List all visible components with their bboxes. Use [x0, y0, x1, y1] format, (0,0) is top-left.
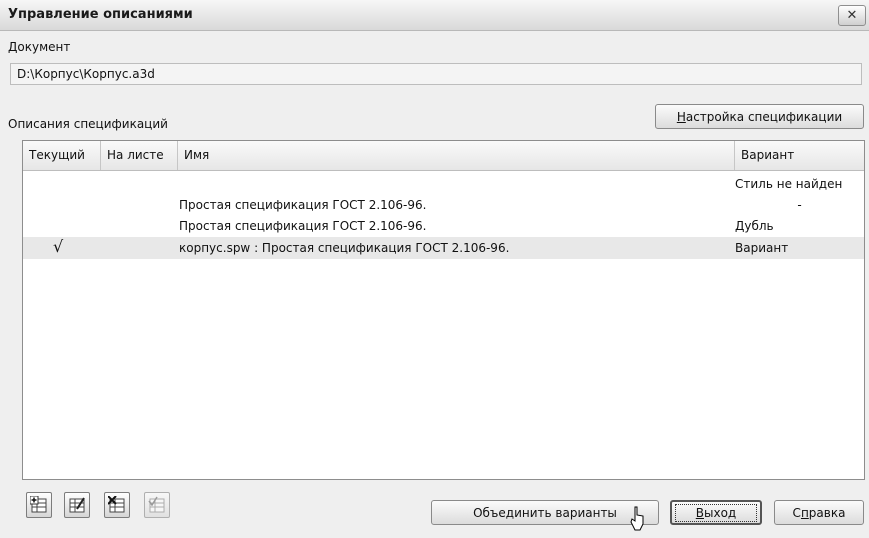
current-check-icon: √ — [53, 237, 64, 256]
window-title: Управление описаниями — [8, 7, 193, 22]
close-button[interactable]: ✕ — [838, 5, 866, 26]
row-variant: Дубль — [735, 219, 774, 233]
exit-label: ыход — [704, 505, 737, 520]
close-icon: ✕ — [846, 8, 858, 23]
exit-focus-rect: Выход — [674, 503, 758, 522]
help-button[interactable]: Сп равка — [774, 500, 864, 525]
table-row[interactable]: Простая спецификация ГОСТ 2.106-96. Дубл… — [23, 217, 864, 235]
row-variant: - — [797, 198, 802, 212]
column-header-variant[interactable]: Вариант — [735, 141, 864, 170]
add-spec-icon — [30, 496, 47, 513]
row-variant: Вариант — [735, 241, 789, 255]
spec-setup-mnemonic: Н — [676, 109, 686, 124]
table-body: Стиль не найден Простая спецификация ГОС… — [23, 171, 864, 479]
column-header-name[interactable]: Имя — [178, 141, 735, 170]
title-bar[interactable]: Управление описаниями ✕ — [0, 0, 869, 31]
table-header: Текущий На листе Имя Вариант — [23, 141, 864, 171]
edit-spec-icon — [69, 497, 85, 513]
help-label-pre: С — [792, 505, 801, 520]
apply-spec-button[interactable] — [144, 492, 170, 518]
mouse-cursor-icon — [630, 506, 644, 531]
row-name: Простая спецификация ГОСТ 2.106-96. — [179, 198, 427, 212]
table-row-selected[interactable]: √ корпус.spw : Простая спецификация ГОСТ… — [23, 237, 864, 259]
exit-button[interactable]: Выход — [670, 500, 762, 525]
exit-mnemonic: В — [695, 505, 704, 520]
spec-descriptions-label: Описания спецификаций — [8, 117, 168, 131]
document-path-field[interactable]: D:\Корпус\Корпус.a3d — [10, 63, 862, 85]
table-row[interactable]: Стиль не найден — [23, 175, 864, 193]
column-header-on-sheet[interactable]: На листе — [101, 141, 178, 170]
row-variant: Стиль не найден — [735, 177, 843, 191]
table-row[interactable]: Простая спецификация ГОСТ 2.106-96. - — [23, 196, 864, 214]
row-name: корпус.spw : Простая спецификация ГОСТ 2… — [179, 241, 510, 255]
row-name: Простая спецификация ГОСТ 2.106-96. — [179, 219, 427, 233]
apply-spec-icon — [148, 496, 165, 513]
spec-setup-label: астройка спецификации — [685, 109, 843, 124]
column-header-current[interactable]: Текущий — [23, 141, 101, 170]
spec-setup-button[interactable]: Настройка спецификации — [655, 104, 864, 129]
document-label: Документ — [8, 40, 71, 54]
delete-spec-button[interactable] — [104, 492, 130, 518]
edit-spec-button[interactable] — [64, 492, 90, 518]
delete-spec-icon — [108, 496, 125, 513]
add-spec-button[interactable] — [26, 492, 52, 518]
help-label: равка — [808, 505, 846, 520]
merge-variants-button[interactable]: Объединить варианты — [431, 500, 659, 525]
spec-management-dialog: Управление описаниями ✕ Документ D:\Корп… — [0, 0, 869, 538]
spec-descriptions-table[interactable]: Текущий На листе Имя Вариант Стиль не на… — [22, 140, 865, 480]
help-mnemonic: п — [800, 505, 809, 520]
